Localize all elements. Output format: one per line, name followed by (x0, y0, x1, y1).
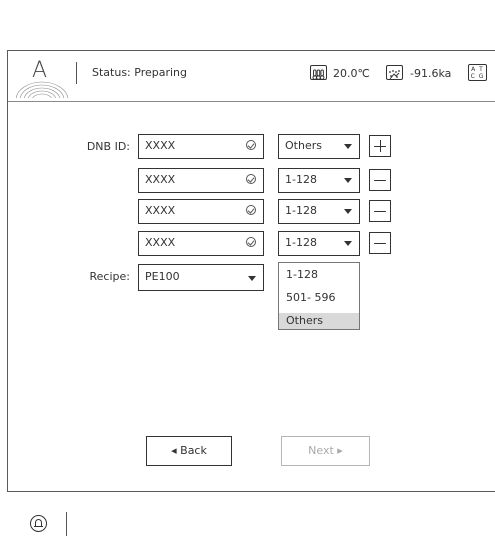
pressure-icon (386, 65, 403, 80)
remove-row-button-4[interactable] (369, 232, 391, 254)
temperature-value: 20.0℃ (333, 67, 370, 80)
dropdown-option-501-596[interactable]: 501- 596 (279, 290, 359, 306)
minus-icon (374, 180, 386, 181)
pressure-value: -91.6ka (410, 67, 452, 80)
add-row-button[interactable] (369, 135, 391, 157)
footer-separator (66, 512, 67, 536)
check-circle-icon (246, 237, 256, 247)
recipe-select-value: PE100 (145, 270, 180, 283)
dnb-id-label: DNB ID: (86, 140, 130, 153)
dnb-id-input-3[interactable]: XXXX (138, 199, 264, 224)
next-button[interactable]: Next ▸ (281, 436, 370, 466)
range-select-value: 1-128 (285, 173, 317, 186)
dnb-id-value: XXXX (145, 236, 176, 249)
check-circle-icon (246, 174, 256, 184)
status-text: Status: Preparing (92, 66, 187, 79)
range-select-2[interactable]: 1-128 (278, 168, 360, 193)
dnb-id-value: XXXX (145, 173, 176, 186)
logo: A (14, 58, 70, 98)
caret-down-icon (344, 178, 352, 183)
dropdown-option-others[interactable]: Others (279, 313, 359, 329)
remove-row-button-3[interactable] (369, 200, 391, 222)
thermometer-icon (310, 65, 327, 80)
range-select-value: 1-128 (285, 204, 317, 217)
atcg-icon: A T C G (468, 64, 487, 81)
atcg-line-1: A T (471, 66, 484, 73)
range-select-3[interactable]: 1-128 (278, 199, 360, 224)
back-button[interactable]: ◂ Back (146, 436, 232, 466)
header-separator (76, 62, 77, 84)
recipe-label: Recipe: (89, 270, 130, 283)
bell-icon[interactable] (30, 515, 47, 532)
logo-letter: A (32, 58, 48, 83)
minus-icon (374, 211, 386, 212)
caret-down-icon (344, 144, 352, 149)
dnb-id-input-2[interactable]: XXXX (138, 168, 264, 193)
header-divider (8, 101, 495, 102)
caret-down-icon (248, 276, 256, 281)
dnb-id-input-4[interactable]: XXXX (138, 231, 264, 256)
check-circle-icon (246, 205, 256, 215)
check-circle-icon (246, 140, 256, 150)
range-select-1[interactable]: Others (278, 134, 360, 159)
minus-icon (374, 243, 386, 244)
range-select-value: Others (285, 139, 322, 152)
dropdown-option-1-128[interactable]: 1-128 (279, 267, 359, 283)
recipe-select[interactable]: PE100 (138, 264, 264, 291)
caret-down-icon (344, 241, 352, 246)
dnb-id-input-1[interactable]: XXXX (138, 134, 264, 159)
dnb-id-value: XXXX (145, 204, 176, 217)
caret-down-icon (344, 209, 352, 214)
atcg-line-2: C G (470, 73, 485, 80)
range-select-4[interactable]: 1-128 (278, 231, 360, 256)
range-select-value: 1-128 (285, 236, 317, 249)
remove-row-button-2[interactable] (369, 169, 391, 191)
dnb-id-value: XXXX (145, 139, 176, 152)
range-dropdown-list: 1-128 501- 596 Others (278, 262, 360, 330)
